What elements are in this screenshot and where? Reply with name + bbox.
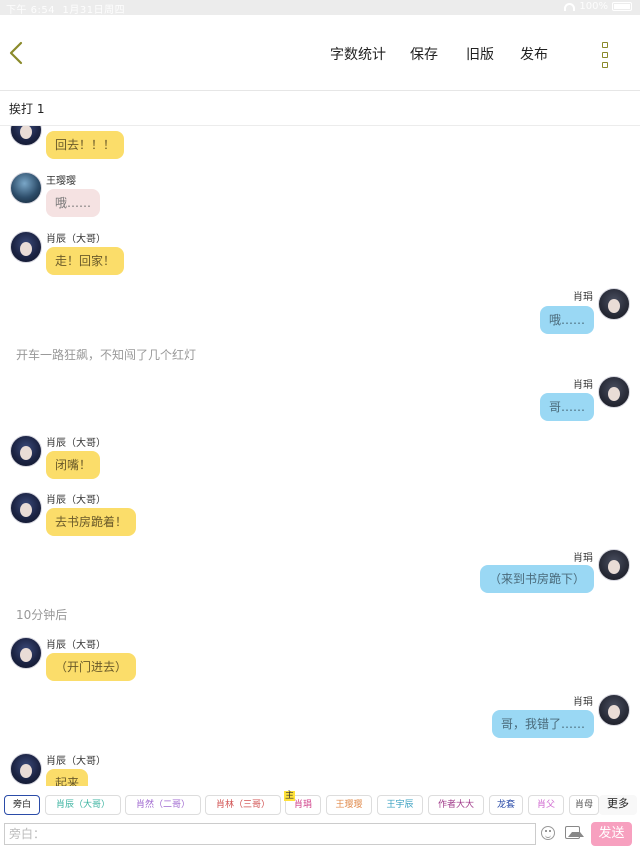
- sender-name: 肖辰（大哥）: [46, 756, 106, 767]
- message-bubble[interactable]: 走！回家！: [46, 247, 125, 275]
- avatar[interactable]: [10, 753, 42, 785]
- role-selector-bar: 旁白 肖辰（大哥） 肖然（二哥） 肖林（三哥） 肖琄 主 王璎璎 王宇辰 作者大…: [0, 791, 640, 819]
- message-input[interactable]: 旁白：: [4, 823, 536, 845]
- top-navbar: 字数统计 保存 旧版 发布: [0, 15, 640, 91]
- status-time: 下午 6:54 1月31日周四: [6, 5, 126, 16]
- role-chip[interactable]: 肖辰（大哥）: [45, 795, 121, 815]
- publish-button[interactable]: 发布: [520, 44, 548, 64]
- sender-name: 肖琄: [573, 697, 593, 708]
- avatar[interactable]: [10, 637, 42, 669]
- message-bubble[interactable]: （开门进去）: [46, 653, 137, 681]
- sender-name: 肖琄: [573, 553, 593, 564]
- avatar[interactable]: [598, 288, 630, 320]
- message-bubble[interactable]: 哥，我错了……: [491, 710, 594, 738]
- send-button[interactable]: 发送: [591, 822, 632, 846]
- role-chip[interactable]: 肖父: [528, 795, 564, 815]
- role-chip[interactable]: 肖然（二哥）: [125, 795, 201, 815]
- input-bar: 旁白： 发送: [0, 819, 640, 853]
- more-options-icon[interactable]: [600, 42, 610, 68]
- role-chip[interactable]: 作者大大: [428, 795, 484, 815]
- image-icon[interactable]: [565, 826, 584, 839]
- sender-name: 肖辰（大哥）: [46, 640, 106, 651]
- message-bubble[interactable]: 起来: [46, 769, 89, 786]
- back-chevron-icon[interactable]: [6, 40, 28, 66]
- main-role-badge: 主: [284, 791, 296, 801]
- message-bubble[interactable]: 闭嘴！: [46, 451, 101, 479]
- message-bubble[interactable]: 去书房跪着！: [46, 508, 137, 536]
- role-chip-label: 肖琄: [293, 800, 312, 810]
- message-bubble[interactable]: 回去！！！: [46, 131, 125, 159]
- sender-name: 肖辰（大哥）: [46, 234, 106, 245]
- status-right: 100%: [564, 1, 632, 12]
- narration-text[interactable]: 开车一路狂飙，不知闯了几个红灯: [16, 346, 196, 363]
- avatar[interactable]: [10, 172, 42, 204]
- battery-icon: [612, 2, 632, 11]
- message-bubble[interactable]: （来到书房跪下）: [479, 565, 594, 593]
- avatar[interactable]: [10, 435, 42, 467]
- scene-title[interactable]: 挨打 1: [9, 100, 44, 117]
- chat-area[interactable]: 回去！！！ 王璎璎 哦…… 肖辰（大哥） 走！回家！ 肖琄 哦…… 开车一路狂飙…: [0, 126, 640, 786]
- avatar[interactable]: [10, 126, 42, 146]
- message-bubble[interactable]: 哦……: [46, 189, 101, 217]
- avatar[interactable]: [598, 694, 630, 726]
- battery-percent: 100%: [579, 1, 608, 12]
- status-bar: 下午 6:54 1月31日周四 100%: [0, 0, 640, 16]
- avatar[interactable]: [598, 376, 630, 408]
- role-chip[interactable]: 龙套: [489, 795, 523, 815]
- save-button[interactable]: 保存: [410, 44, 438, 64]
- old-version-button[interactable]: 旧版: [466, 44, 494, 64]
- more-roles-button[interactable]: 更多: [599, 795, 637, 815]
- emoji-icon[interactable]: [541, 826, 555, 840]
- role-chip-narrator[interactable]: 旁白: [4, 795, 40, 815]
- role-chip[interactable]: 肖母: [569, 795, 599, 815]
- role-chip[interactable]: 王宇辰: [377, 795, 423, 815]
- avatar[interactable]: [10, 231, 42, 263]
- word-count-button[interactable]: 字数统计: [330, 44, 386, 64]
- role-chip[interactable]: 王璎璎: [326, 795, 372, 815]
- sender-name: 肖琄: [573, 292, 593, 303]
- wifi-icon: [564, 2, 576, 11]
- narration-text[interactable]: 10分钟后: [16, 606, 67, 623]
- message-bubble[interactable]: 哥……: [539, 393, 594, 421]
- role-chip[interactable]: 肖林（三哥）: [205, 795, 281, 815]
- sender-name: 肖辰（大哥）: [46, 495, 106, 506]
- message-bubble[interactable]: 哦……: [539, 306, 594, 334]
- sender-name: 肖琄: [573, 380, 593, 391]
- avatar[interactable]: [10, 492, 42, 524]
- avatar[interactable]: [598, 549, 630, 581]
- sender-name: 肖辰（大哥）: [46, 438, 106, 449]
- sender-name: 王璎璎: [46, 176, 76, 187]
